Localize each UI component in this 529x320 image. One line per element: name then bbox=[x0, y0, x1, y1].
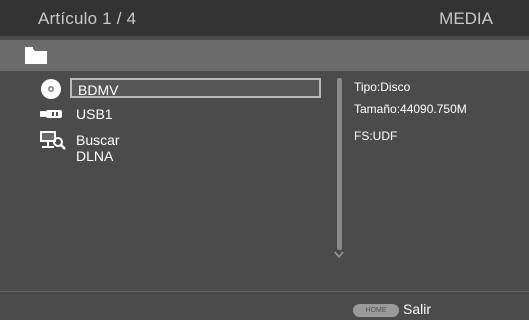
info-type: Tipo:Disco bbox=[354, 80, 411, 94]
device-label: USB1 bbox=[76, 106, 113, 122]
usb-icon bbox=[40, 110, 62, 118]
device-label: BDMV bbox=[70, 78, 321, 98]
scrollbar-track[interactable] bbox=[337, 78, 342, 250]
page-title: MEDIA bbox=[439, 9, 493, 28]
chevron-down-icon bbox=[334, 251, 344, 259]
media-screen: Artículo 1 / 4 MEDIA BDMV USB1 Buscar DL… bbox=[0, 0, 529, 320]
home-key-icon: HOME bbox=[353, 304, 399, 317]
path-bar bbox=[0, 40, 529, 71]
folder-icon bbox=[25, 47, 47, 64]
title-bar: Artículo 1 / 4 MEDIA bbox=[0, 0, 529, 36]
item-counter: Artículo 1 / 4 bbox=[38, 9, 137, 28]
disc-icon bbox=[41, 79, 61, 99]
info-size: Tamaño:44090.750M bbox=[354, 102, 467, 116]
device-label: Buscar DLNA bbox=[76, 132, 120, 164]
footer-divider bbox=[0, 291, 529, 292]
home-exit-label: Salir bbox=[403, 301, 432, 317]
info-filesystem: FS:UDF bbox=[354, 129, 398, 143]
dlna-search-icon bbox=[40, 131, 66, 150]
